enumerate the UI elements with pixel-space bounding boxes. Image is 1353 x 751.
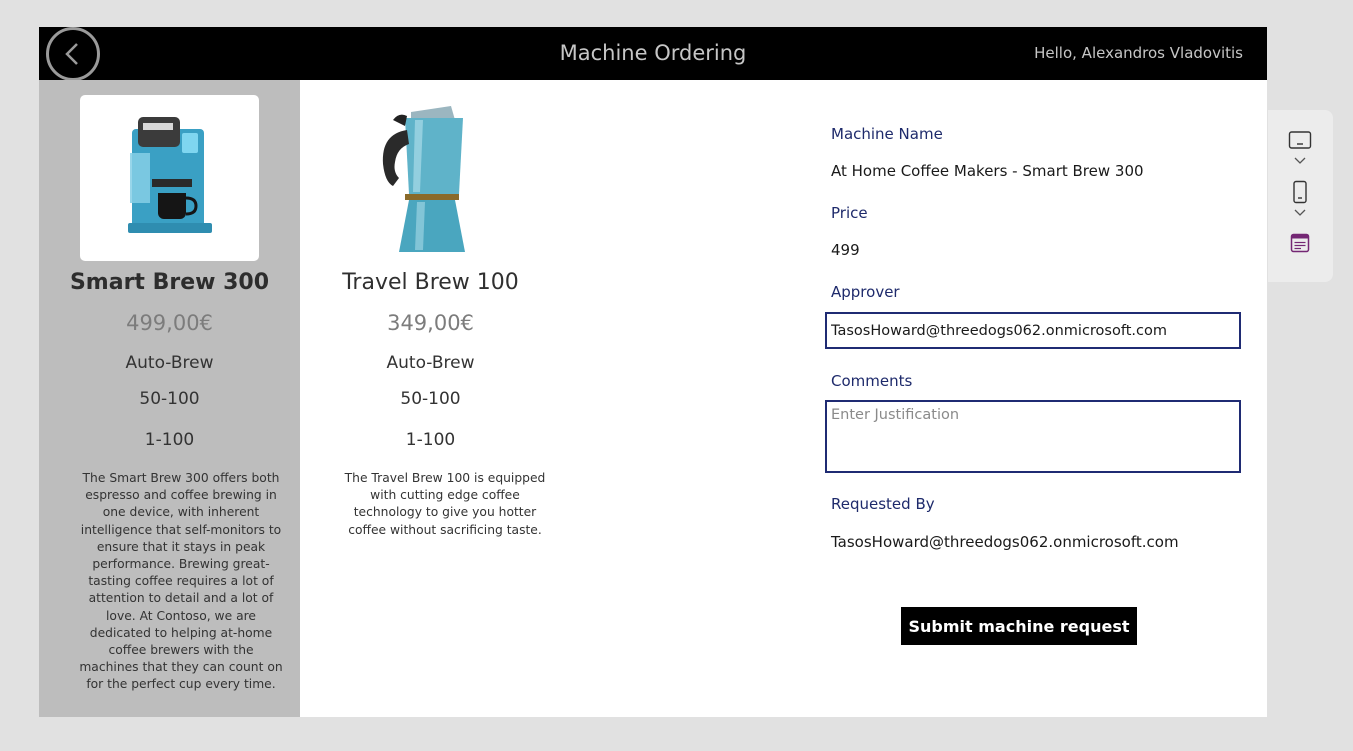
user-greeting: Hello, Alexandros Vladovitis bbox=[1034, 44, 1243, 62]
header-bar: Machine Ordering Hello, Alexandros Vlado… bbox=[39, 27, 1267, 81]
requested-by-label: Requested By bbox=[831, 495, 935, 513]
chevron-down-icon bbox=[1294, 209, 1306, 216]
tablet-layout-icon bbox=[1288, 131, 1312, 149]
submit-machine-request-button[interactable]: Submit machine request bbox=[901, 607, 1137, 645]
machine-description: The Smart Brew 300 offers both espresso … bbox=[79, 471, 283, 692]
machine-name: Smart Brew 300 bbox=[69, 270, 270, 295]
form-layout-icon bbox=[1290, 233, 1310, 253]
phone-layout-dropdown[interactable] bbox=[1288, 208, 1312, 218]
tablet-layout-dropdown[interactable] bbox=[1288, 156, 1312, 166]
app-screen: Machine Ordering Hello, Alexandros Vlado… bbox=[39, 27, 1267, 717]
machine-mode: Auto-Brew bbox=[386, 353, 475, 373]
tablet-layout-button[interactable] bbox=[1288, 130, 1312, 150]
machine-card-travel-brew-100[interactable]: Travel Brew 100 349,00€ Auto-Brew 50-100… bbox=[300, 80, 561, 717]
machine-name-label: Machine Name bbox=[831, 125, 943, 143]
machine-price: 349,00€ bbox=[387, 311, 474, 335]
moka-pot-icon bbox=[382, 106, 465, 252]
approver-label: Approver bbox=[831, 283, 900, 301]
machine-range-2: 1-100 bbox=[405, 430, 456, 450]
form-layout-button[interactable] bbox=[1288, 233, 1312, 253]
comments-textarea[interactable] bbox=[825, 400, 1241, 473]
approver-input[interactable] bbox=[825, 312, 1241, 349]
machine-name: Travel Brew 100 bbox=[342, 270, 519, 295]
machine-card-smart-brew-300[interactable]: Smart Brew 300 499,00€ Auto-Brew 50-100 … bbox=[39, 80, 300, 717]
price-value: 499 bbox=[831, 241, 860, 259]
chevron-down-icon bbox=[1294, 157, 1306, 164]
machine-image bbox=[341, 95, 520, 261]
phone-layout-icon bbox=[1293, 180, 1307, 204]
machine-range-1: 50-100 bbox=[400, 389, 461, 409]
phone-layout-button[interactable] bbox=[1288, 180, 1312, 204]
price-label: Price bbox=[831, 204, 868, 222]
machine-image bbox=[80, 95, 259, 261]
machine-name-value: At Home Coffee Makers - Smart Brew 300 bbox=[831, 162, 1144, 180]
machine-range-1: 50-100 bbox=[139, 389, 200, 409]
coffee-machine-icon bbox=[127, 117, 212, 233]
machine-price: 499,00€ bbox=[126, 311, 213, 335]
comments-label: Comments bbox=[831, 372, 913, 390]
machine-mode: Auto-Brew bbox=[125, 353, 214, 373]
layout-toolbar bbox=[1268, 110, 1333, 282]
requested-by-value: TasosHoward@threedogs062.onmicrosoft.com bbox=[831, 533, 1179, 551]
machine-range-2: 1-100 bbox=[144, 430, 195, 450]
machine-description: The Travel Brew 100 is equipped with cut… bbox=[344, 471, 546, 537]
